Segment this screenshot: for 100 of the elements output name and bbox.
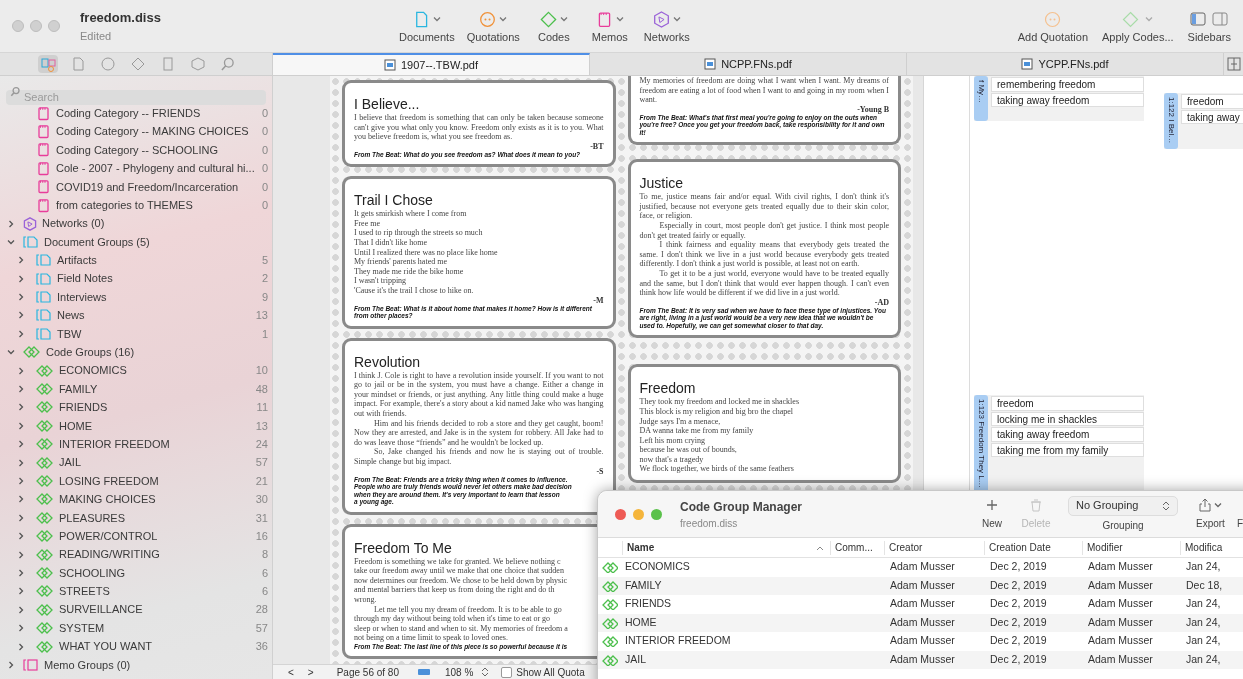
zoom-field[interactable]: 108 % <box>444 664 474 679</box>
window-control[interactable] <box>615 508 626 520</box>
window-control[interactable] <box>12 20 24 32</box>
table-cell[interactable]: JAIL <box>622 651 830 668</box>
tree-item[interactable]: Coding Category -- SCHOOLING 0 <box>0 140 272 160</box>
table-cell[interactable]: INTERIOR FREEDOM <box>622 633 830 650</box>
tree-item[interactable]: MAKING CHOICES 30 <box>0 490 272 509</box>
sidebar-tab[interactable] <box>38 55 58 73</box>
tree-item[interactable]: FRIENDS 11 <box>0 398 272 417</box>
poem-line: We flock together, we birds of the same feathers <box>639 464 795 475</box>
previous-page-button[interactable]: < <box>285 664 297 679</box>
grouping-label: Grouping <box>1102 518 1144 533</box>
code-tag[interactable]: freedom <box>991 396 1144 411</box>
double-diamond-icon <box>36 437 54 452</box>
window-control[interactable] <box>651 508 662 520</box>
table-cell-text: Adam Musser <box>1087 633 1154 649</box>
sidebar-tab[interactable] <box>98 55 118 73</box>
quotation-label[interactable]: f My… <box>974 76 988 121</box>
table-cell-text: Dec 2, 2019 <box>989 596 1048 612</box>
table-cell-text: Adam Musser <box>889 651 956 667</box>
toolbar-button[interactable]: Networks <box>639 8 694 44</box>
double-diamond-icon <box>602 616 618 629</box>
tree-item[interactable]: Cole - 2007 - Phylogeny and cultural hi... 0 <box>0 159 272 178</box>
tree-item[interactable]: SCHOOLING 6 <box>0 563 272 583</box>
poem-line: That I didn't like home <box>354 238 428 248</box>
code-tag[interactable]: taking away <box>1181 109 1243 124</box>
column-header[interactable]: Modifica <box>1180 540 1243 555</box>
toolbar-button[interactable]: Apply Codes... <box>1100 8 1176 44</box>
tree-item[interactable]: News 13 <box>0 306 272 325</box>
toolbar-button[interactable]: Codes <box>527 8 580 44</box>
show-all-checkbox[interactable]: Show All Quota <box>501 664 585 679</box>
poem-line: Left his mom crying <box>639 435 707 446</box>
tree-item[interactable]: Document Groups (5) <box>0 232 272 252</box>
column-header[interactable]: Creator <box>884 540 984 555</box>
quotation-label[interactable]: 1:122 I Bel… <box>1164 93 1178 150</box>
tree-item[interactable]: TBW 1 <box>0 324 272 344</box>
notepad-icon <box>36 124 51 140</box>
next-page-button[interactable]: > <box>304 664 317 679</box>
toolbar-button[interactable]: Sidebars <box>1185 8 1233 44</box>
tree-item[interactable]: WHAT YOU WANT 36 <box>0 637 272 656</box>
poem-line: I used to rip through the streets so much <box>354 228 484 239</box>
column-header[interactable]: Name <box>622 540 830 555</box>
tree-item[interactable]: from categories to THEMES 0 <box>0 195 272 215</box>
column-header[interactable]: Creation Date <box>984 540 1082 555</box>
tree-item[interactable]: FAMILY 48 <box>0 379 272 399</box>
tree-item[interactable]: STREETS 6 <box>0 582 272 601</box>
document-tab[interactable]: 1907--.TBW.pdf <box>273 53 590 75</box>
table-cell[interactable]: FRIENDS <box>622 596 830 613</box>
toolbar-button[interactable]: Add Quotation <box>1015 8 1091 44</box>
tree-item[interactable]: Interviews 9 <box>0 287 272 307</box>
code-tag[interactable]: freedom <box>1181 94 1243 109</box>
code-tag[interactable]: remembering freedom <box>991 77 1144 92</box>
tree-item[interactable]: POWER/CONTROL 16 <box>0 527 272 546</box>
export-button[interactable]: Export <box>1196 497 1225 531</box>
tree-item[interactable]: Coding Category -- MAKING CHOICES 0 <box>0 122 272 141</box>
toolbar-button[interactable]: Memos <box>583 8 636 44</box>
poem-line: I wasn't tripping <box>354 276 408 287</box>
table-cell[interactable]: ECONOMICS <box>622 559 830 576</box>
poem-line: Judge says I'm a menace, <box>639 416 722 427</box>
tree-item[interactable]: Coding Category -- FRIENDS 0 <box>0 104 272 123</box>
poem-line: They took my freedom and locked me in shackles <box>639 397 800 407</box>
tree-item[interactable]: INTERIOR FREEDOM 24 <box>0 435 272 454</box>
sidebar-tab[interactable] <box>188 55 208 73</box>
tree-item[interactable]: LOSING FREEDOM 21 <box>0 471 272 491</box>
text-line: take our freedom away until we make that one choice that sudden <box>354 566 565 576</box>
double-diamond-icon <box>602 653 618 666</box>
tree-item[interactable]: READING/WRITING 8 <box>0 545 272 564</box>
toolbar-button[interactable]: Documents <box>395 8 459 44</box>
tree-item[interactable]: JAIL 57 <box>0 453 272 472</box>
stepper-icon <box>481 666 490 678</box>
tree-item[interactable]: ECONOMICS 10 <box>0 361 272 380</box>
window-control[interactable] <box>633 508 644 520</box>
tree-item[interactable]: HOME 13 <box>0 416 272 436</box>
code-tag[interactable]: taking me from my family <box>991 442 1144 457</box>
tree-item[interactable]: SYSTEM 57 <box>0 618 272 638</box>
table-cell[interactable]: HOME <box>622 614 830 631</box>
tree-item[interactable]: Memo Groups (0) <box>0 655 272 675</box>
grouping-select[interactable]: No Grouping <box>1068 495 1178 516</box>
column-header[interactable]: Modifier <box>1082 540 1180 555</box>
tree-item[interactable]: Code Groups (16) <box>0 343 272 362</box>
toolbar-button[interactable]: Quotations <box>462 8 524 44</box>
story-paragraph: To get it to be a just world, everyone would have to be treated equally and the same, but I don't think that would ever happen though. I can't even think how life would be different if we did live in a just world. <box>639 269 889 298</box>
tree-item[interactable]: COVID19 and Freedom/Incarceration 0 <box>0 177 272 196</box>
code-tag[interactable]: locking me in shackles <box>991 411 1144 426</box>
tree-item[interactable]: PLEASURES 31 <box>0 508 272 527</box>
column-header[interactable]: Comm... <box>830 540 884 555</box>
tree-item[interactable]: Artifacts 5 <box>0 251 272 270</box>
window-control[interactable] <box>30 20 42 32</box>
signature: -BT <box>589 141 604 151</box>
tree-item[interactable]: Networks (0) <box>0 214 272 233</box>
code-tag[interactable]: taking away freedom <box>991 427 1144 442</box>
window-control[interactable] <box>48 20 60 32</box>
table-cell[interactable]: FAMILY <box>622 577 830 594</box>
chevron-down-icon <box>499 15 508 23</box>
code-tag[interactable]: taking away freedom <box>991 92 1144 107</box>
toolbar-button[interactable]: New <box>970 497 1014 531</box>
chevron-down-icon <box>559 15 568 23</box>
tree-item[interactable]: SURVEILLANCE 28 <box>0 600 272 619</box>
search-field[interactable]: Search <box>6 89 266 105</box>
tree-item[interactable]: Field Notes 2 <box>0 269 272 288</box>
